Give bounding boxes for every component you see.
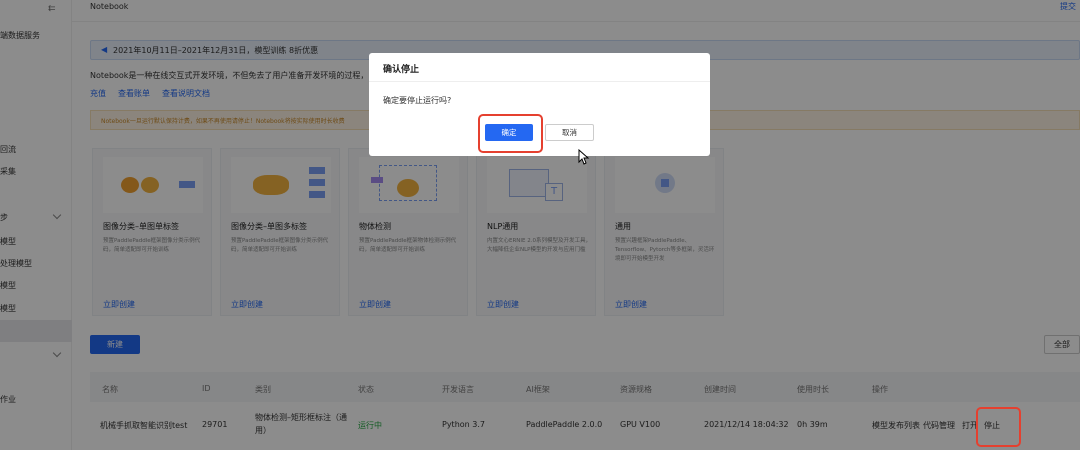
dialog-divider	[369, 81, 710, 82]
highlight-box-confirm	[478, 114, 543, 153]
highlight-box-stop	[976, 407, 1021, 447]
dialog-title: 确认停止	[383, 65, 420, 75]
cancel-button[interactable]: 取消	[545, 124, 594, 141]
mouse-cursor-icon	[578, 149, 590, 165]
dialog-message: 确定要停止运行吗?	[383, 96, 452, 105]
